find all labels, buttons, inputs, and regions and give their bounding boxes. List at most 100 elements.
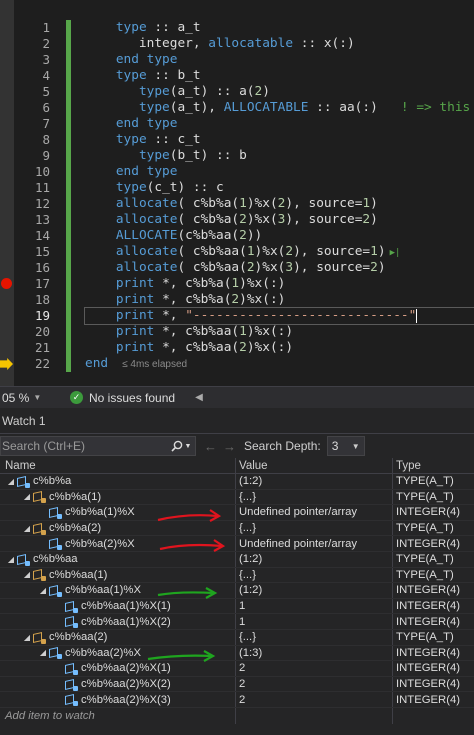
watch-row[interactable]: ◢ c%b%aa(1)%X (1:2) INTEGER(4) <box>0 583 474 599</box>
watch-row[interactable]: c%b%aa(2)%X(3) 2 INTEGER(4) <box>0 692 474 708</box>
code-line[interactable]: type(b_t) :: b <box>85 148 474 164</box>
column-header-value[interactable]: Value <box>236 458 393 473</box>
code-line[interactable]: print *, c%b%aa(2)%x(:) <box>85 340 474 356</box>
code-line[interactable]: type :: c_t <box>85 132 474 148</box>
watch-name-cell[interactable]: ◢ c%b%aa(1)%X <box>0 583 236 598</box>
expanded-triangle-icon[interactable]: ◢ <box>22 524 32 533</box>
code-line[interactable]: type(a_t) :: a(2) <box>85 84 474 100</box>
watch-row[interactable]: ◢ c%b%a(1) {...} TYPE(A_T) <box>0 489 474 506</box>
code-line[interactable]: type(a_t), ALLOCATABLE :: aa(:) ! => thi… <box>85 100 474 116</box>
watch-row[interactable]: ◢ c%b%a(2) {...} TYPE(A_T) <box>0 520 474 537</box>
perf-tip-elapsed[interactable]: ≤ 4ms elapsed <box>122 359 187 370</box>
watch-name-cell[interactable]: ◢ c%b%aa(2) <box>0 629 236 645</box>
breakpoint-icon[interactable] <box>1 278 12 289</box>
watch-name-cell[interactable]: c%b%a(1)%X <box>0 505 236 520</box>
issues-indicator[interactable]: ✓ No issues found <box>70 391 175 405</box>
search-forward-arrow-icon[interactable]: → <box>223 439 236 454</box>
code-line[interactable]: allocate( c%b%aa(1)%x(2), source=1) ▶| <box>85 244 474 260</box>
watch-value-cell[interactable]: {...} <box>236 567 393 583</box>
watch-name-cell[interactable]: ◢ c%b%aa(2)%X <box>0 645 236 661</box>
watch-row[interactable]: c%b%a(1)%X Undefined pointer/array INTEGER… <box>0 505 474 521</box>
watch-name: c%b%aa(2) <box>49 631 108 644</box>
search-icon[interactable]: ▼ <box>167 440 195 452</box>
code-line[interactable]: type :: b_t <box>85 68 474 84</box>
watch-value-cell[interactable]: 1 <box>236 614 393 629</box>
column-header-name[interactable]: Name <box>0 458 236 473</box>
watch-name-cell[interactable]: c%b%a(2)%X <box>0 536 236 551</box>
code-line[interactable]: end type <box>85 52 474 68</box>
watch-value-cell[interactable]: (1:2) <box>236 583 393 598</box>
code-line[interactable]: ALLOCATE(c%b%aa(2)) <box>85 228 474 244</box>
watch-row[interactable]: c%b%a(2)%X Undefined pointer/array INTEGER… <box>0 536 474 552</box>
watch-name-cell[interactable]: c%b%aa(2)%X(2) <box>0 676 236 692</box>
watch-value-cell[interactable]: 1 <box>236 598 393 614</box>
run-to-click-icon[interactable]: ▶| <box>390 248 401 258</box>
expanded-triangle-icon[interactable]: ◢ <box>6 555 16 564</box>
caret-left-icon[interactable]: ◀ <box>195 392 203 403</box>
watch-value-cell[interactable]: Undefined pointer/array <box>236 536 393 551</box>
add-item-to-watch[interactable]: Add item to watch <box>0 707 236 724</box>
watch-name-cell[interactable]: ◢ c%b%aa <box>0 551 236 567</box>
watch-value-cell[interactable]: {...} <box>236 520 393 536</box>
watch-value-cell[interactable]: (1:2) <box>236 474 393 489</box>
code-line[interactable]: integer, allocatable :: x(:) <box>85 36 474 52</box>
watch-name-cell[interactable]: ◢ c%b%a(1) <box>0 489 236 505</box>
code-line[interactable]: type(c_t) :: c <box>85 180 474 196</box>
watch-row[interactable]: ◢ c%b%aa(1) {...} TYPE(A_T) <box>0 567 474 584</box>
add-watch-row[interactable]: Add item to watch <box>0 707 474 724</box>
search-back-arrow-icon[interactable]: ← <box>204 439 217 454</box>
watch-name-cell[interactable]: c%b%aa(2)%X(1) <box>0 661 236 676</box>
column-header-type[interactable]: Type <box>393 458 474 473</box>
expanded-triangle-icon[interactable]: ◢ <box>6 477 16 486</box>
code-line[interactable]: allocate( c%b%a(2)%x(3), source=2) <box>85 212 474 228</box>
line-number: 20 <box>34 324 50 339</box>
search-depth-dropdown[interactable]: 3 ▼ <box>326 436 365 456</box>
expanded-triangle-icon[interactable]: ◢ <box>22 633 32 642</box>
watch-search-input[interactable]: Search (Ctrl+E) <box>2 439 167 453</box>
code-line[interactable]: end type <box>85 116 474 132</box>
expanded-triangle-icon[interactable]: ◢ <box>22 570 32 579</box>
code-line[interactable]: print *, "----------------------------" <box>84 307 474 325</box>
expanded-triangle-icon[interactable]: ◢ <box>38 648 48 657</box>
watch-value-cell[interactable]: 2 <box>236 692 393 707</box>
watch-row[interactable]: c%b%aa(2)%X(1) 2 INTEGER(4) <box>0 661 474 677</box>
code-line[interactable]: print *, c%b%a(1)%x(:) <box>85 276 474 292</box>
breakpoint-margin[interactable] <box>0 0 14 386</box>
watch-value-cell[interactable]: 2 <box>236 676 393 692</box>
watch-name-cell[interactable]: ◢ c%b%a <box>0 474 236 489</box>
code-line[interactable]: allocate( c%b%a(1)%x(2), source=1) <box>85 196 474 212</box>
zoom-dropdown[interactable]: 05 % ▼ <box>0 391 50 405</box>
watch-name-cell[interactable]: ◢ c%b%aa(1) <box>0 567 236 583</box>
watch-value-cell[interactable]: {...} <box>236 489 393 505</box>
code-token: ( c%b%a( <box>177 212 240 227</box>
watch-name-cell[interactable]: c%b%aa(1)%X(1) <box>0 598 236 614</box>
code-line[interactable]: print *, c%b%aa(1)%x(:) <box>85 324 474 340</box>
watch-row[interactable]: c%b%aa(2)%X(2) 2 INTEGER(4) <box>0 676 474 693</box>
watch-row[interactable]: ◢ c%b%aa (1:2) TYPE(A_T) <box>0 551 474 568</box>
watch-name-cell[interactable]: c%b%aa(2)%X(3) <box>0 692 236 707</box>
watch-name-cell[interactable]: c%b%aa(1)%X(2) <box>0 614 236 629</box>
code-line[interactable]: print *, c%b%a(2)%x(:) <box>85 292 474 308</box>
code-token: 2 <box>239 228 247 243</box>
code-line[interactable]: type :: a_t <box>85 20 474 36</box>
expanded-triangle-icon[interactable]: ◢ <box>38 586 48 595</box>
watch-row[interactable]: c%b%aa(1)%X(2) 1 INTEGER(4) <box>0 614 474 630</box>
watch-value-cell[interactable]: 2 <box>236 661 393 676</box>
watch-value-cell[interactable]: Undefined pointer/array <box>236 505 393 520</box>
watch-row[interactable]: c%b%aa(1)%X(1) 1 INTEGER(4) <box>0 598 474 615</box>
watch-row[interactable]: ◢ c%b%aa(2) {...} TYPE(A_T) <box>0 629 474 646</box>
watch-search-box[interactable]: Search (Ctrl+E) ▼ <box>0 436 196 456</box>
watch-row[interactable]: ◢ c%b%aa(2)%X (1:3) INTEGER(4) <box>0 645 474 662</box>
watch-value-cell[interactable]: (1:3) <box>236 645 393 661</box>
code-line[interactable]: end ≤ 4ms elapsed <box>85 356 474 372</box>
watch-panel-title[interactable]: Watch 1 <box>0 408 474 434</box>
watch-value-cell[interactable]: (1:2) <box>236 551 393 567</box>
code-line[interactable]: allocate( c%b%aa(2)%x(3), source=2) <box>85 260 474 276</box>
expanded-triangle-icon[interactable]: ◢ <box>22 492 32 501</box>
watch-value-cell[interactable]: {...} <box>236 629 393 645</box>
code-editor[interactable]: 1 2 3 4 5 6 7 8 9 10 11 12 13 14 15 16 17 18 19 20 21 22 type… <box>0 0 474 386</box>
code-lines[interactable]: type :: a_t integer, allocatable :: x(:)… <box>84 20 474 372</box>
code-line[interactable]: end type <box>85 164 474 180</box>
watch-row[interactable]: ◢ c%b%a (1:2) TYPE(A_T) <box>0 474 474 490</box>
watch-name-cell[interactable]: ◢ c%b%a(2) <box>0 520 236 536</box>
